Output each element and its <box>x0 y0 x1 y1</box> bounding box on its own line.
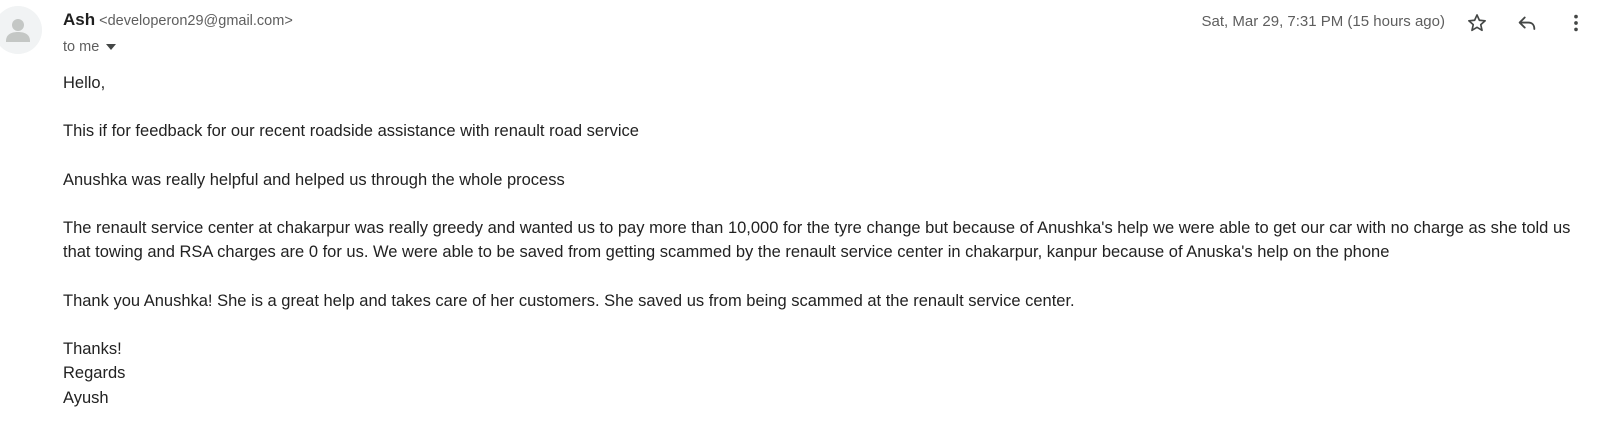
email-message: Ash <developeron29@gmail.com> to me Sat,… <box>0 0 1600 429</box>
person-avatar-icon <box>0 6 42 54</box>
more-vert-icon <box>1574 14 1578 32</box>
star-icon <box>1468 14 1486 32</box>
reply-icon <box>1518 16 1536 30</box>
body-paragraph: The renault service center at chakarpur … <box>63 219 1571 262</box>
sender-name[interactable]: Ash <box>63 10 95 30</box>
chevron-down-icon[interactable] <box>106 44 117 50</box>
star-button[interactable] <box>1462 8 1492 38</box>
closing-line: Regards <box>63 364 126 383</box>
sender-email: <developeron29@gmail.com> <box>99 13 293 29</box>
body-paragraph: Anushka was really helpful and helped us… <box>63 170 565 189</box>
recipient-label: to me <box>63 39 100 55</box>
message-body: Hello, This if for feedback for our rece… <box>63 71 1593 410</box>
body-paragraph: Thank you Anushka! She is a great help a… <box>63 291 1075 310</box>
signature: Ayush <box>63 388 109 407</box>
message-date: Sat, Mar 29, 7:31 PM (15 hours ago) <box>1201 13 1445 30</box>
closing-line: Thanks! <box>63 340 122 359</box>
sender-avatar[interactable] <box>0 6 42 54</box>
greeting-text: Hello, <box>63 74 106 92</box>
body-paragraph: This if for feedback for our recent road… <box>63 122 639 141</box>
sender-line: Ash <developeron29@gmail.com> <box>63 10 293 34</box>
more-options-button[interactable] <box>1561 8 1591 38</box>
recipient-details-toggle[interactable]: to me <box>63 37 117 57</box>
reply-button[interactable] <box>1512 8 1542 38</box>
